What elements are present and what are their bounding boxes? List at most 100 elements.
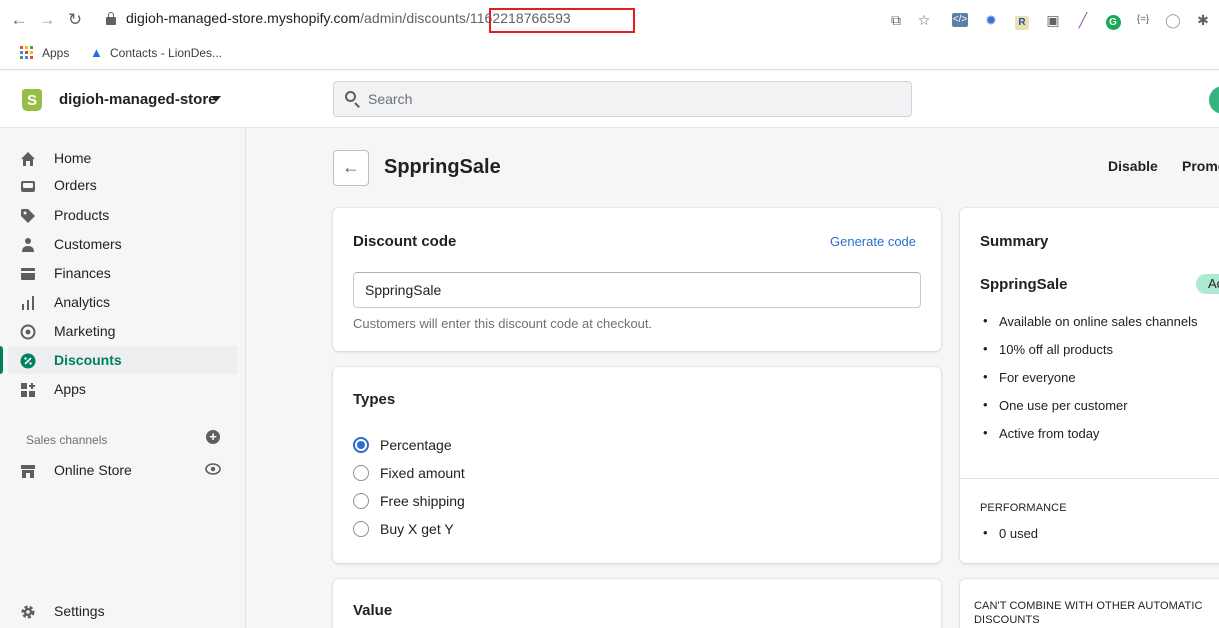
disable-button[interactable]: Disable (1108, 158, 1158, 174)
apps-grid-icon (20, 46, 34, 60)
sidebar-item-label: Apps (54, 381, 86, 397)
bookmark-apps[interactable]: Apps (42, 46, 69, 60)
gear-extension-icon[interactable]: ✹ (980, 9, 1002, 31)
list-item: For everyone (983, 369, 1076, 385)
bank-icon (21, 268, 35, 280)
eye-icon[interactable] (205, 463, 221, 475)
target-icon (20, 324, 36, 340)
promote-button[interactable]: Promo (1182, 158, 1219, 174)
sidebar-item-label: Finances (54, 265, 111, 281)
bookmark-contacts[interactable]: Contacts - LionDes... (110, 46, 222, 60)
bar-chart-icon (22, 296, 34, 310)
grammarly-icon[interactable]: G (1105, 15, 1121, 30)
code-extension-icon[interactable]: </> (952, 13, 968, 27)
sidebar-item-label: Analytics (54, 294, 111, 310)
sidebar-item-label: Discounts (54, 352, 122, 368)
page-title: SppringSale (384, 156, 501, 178)
list-item: One use per customer (983, 397, 1128, 413)
arrow-left-icon: ← (342, 157, 360, 177)
browser-chrome: ← → ↻ digioh-managed-store.myshopify.com… (0, 0, 1219, 70)
type-option-fixed-amount[interactable]: Fixed amount (353, 462, 653, 484)
generate-code-link[interactable]: Generate code (830, 234, 916, 249)
sidebar-item-customers[interactable]: Customers (8, 230, 238, 258)
sidebar-item-orders[interactable]: Orders (8, 171, 238, 199)
value-title: Value (353, 602, 393, 619)
r-extension-icon[interactable]: R (1015, 16, 1029, 30)
sidebar-item-finances[interactable]: Finances (8, 259, 238, 287)
sidebar-item-label: Online Store (54, 462, 132, 478)
combine-title: CAN'T COMBINE WITH OTHER AUTOMATIC DISCO… (974, 600, 1203, 626)
list-item: 10% off all products (983, 341, 1113, 357)
summary-title: Summary (980, 233, 1049, 250)
home-icon (21, 152, 35, 166)
extensions-bar: ⧉ ☆ </> ✹ R ▣ ╱ G {=} ◯ ✱ (859, 9, 1219, 31)
avatar[interactable] (1209, 86, 1219, 114)
radio[interactable] (353, 521, 369, 537)
sidebar-item-analytics[interactable]: Analytics (8, 288, 238, 316)
search-box[interactable] (333, 81, 912, 117)
pen-extension-icon[interactable]: ╱ (1072, 9, 1094, 31)
sidebar-item-settings[interactable]: Settings (8, 597, 238, 625)
forward-arrow-icon[interactable]: → (36, 9, 58, 31)
sidebar-item-online-store[interactable]: Online Store (8, 456, 238, 484)
back-arrow-icon[interactable]: ← (8, 9, 30, 31)
performance-title: PERFORMANCE (980, 502, 1067, 514)
list-item: Available on online sales channels (983, 313, 1198, 329)
sidebar-item-label: Marketing (54, 323, 116, 339)
radio-label: Fixed amount (380, 465, 465, 481)
list-item: Active from today (983, 425, 1099, 441)
sidebar-item-home[interactable]: Home (8, 144, 238, 172)
discount-code-card: Discount code Generate code Customers wi… (333, 208, 941, 351)
apps-icon (21, 383, 35, 397)
sidebar-item-marketing[interactable]: Marketing (8, 317, 238, 345)
type-option-buy-x-get-y[interactable]: Buy X get Y (353, 518, 653, 540)
reload-icon[interactable]: ↻ (64, 9, 86, 31)
sidebar-item-label: Settings (54, 603, 105, 619)
types-card: Types Percentage Fixed amount Free shipp… (333, 367, 941, 563)
lock-icon (106, 12, 116, 26)
sidebar-item-discounts[interactable]: Discounts (0, 346, 238, 374)
summary-card: Summary SppringSale Ac Available on onli… (960, 208, 1219, 563)
type-option-free-shipping[interactable]: Free shipping (353, 490, 653, 512)
sidebar-item-label: Home (54, 150, 92, 166)
sidebar-item-apps[interactable]: Apps (8, 375, 238, 403)
value-card: Value (333, 579, 941, 628)
sales-channels-title: Sales channels (26, 433, 108, 447)
chevron-down-icon[interactable] (211, 96, 221, 102)
share-icon[interactable]: ⧉ (885, 9, 907, 31)
divider (960, 478, 1219, 479)
status-badge: Ac (1196, 274, 1219, 294)
json-extension-icon[interactable]: {=} (1132, 9, 1154, 31)
discount-code-title: Discount code (353, 233, 457, 250)
bookmark-star-icon[interactable]: ☆ (913, 9, 935, 31)
camera-icon[interactable]: ▣ (1042, 9, 1064, 31)
admin-topbar: S digioh-managed-store (0, 71, 1219, 128)
shopify-logo-icon: S (22, 89, 42, 111)
shield-extension-icon[interactable]: ◯ (1162, 9, 1184, 31)
list-item: 0 used (983, 525, 1038, 541)
radio[interactable] (353, 493, 369, 509)
types-title: Types (353, 391, 396, 408)
url-highlight-box (489, 8, 635, 33)
store-name[interactable]: digioh-managed-store (59, 91, 217, 108)
discount-code-input[interactable] (353, 272, 921, 308)
sidebar-item-products[interactable]: Products (8, 201, 238, 229)
add-channel-icon[interactable]: + (206, 430, 220, 444)
type-option-percentage[interactable]: Percentage (353, 434, 653, 456)
address-row: ← → ↻ digioh-managed-store.myshopify.com… (0, 0, 1219, 40)
search-input[interactable] (368, 82, 898, 116)
radio-checked[interactable] (353, 437, 369, 453)
radio-label: Percentage (380, 437, 452, 453)
search-icon (344, 90, 362, 108)
lion-bookmark-icon: ▲ (90, 45, 103, 60)
summary-code: SppringSale (980, 276, 1068, 293)
radio-label: Free shipping (380, 493, 465, 509)
back-button[interactable]: ← (333, 150, 369, 186)
radio[interactable] (353, 465, 369, 481)
person-icon (22, 238, 34, 252)
sidebar-item-label: Customers (54, 236, 122, 252)
sidebar: Home Orders Products Customers Finances … (0, 128, 246, 628)
sidebar-item-label: Orders (54, 177, 97, 193)
puzzle-extensions-icon[interactable]: ✱ (1192, 9, 1214, 31)
orders-icon (21, 181, 35, 192)
